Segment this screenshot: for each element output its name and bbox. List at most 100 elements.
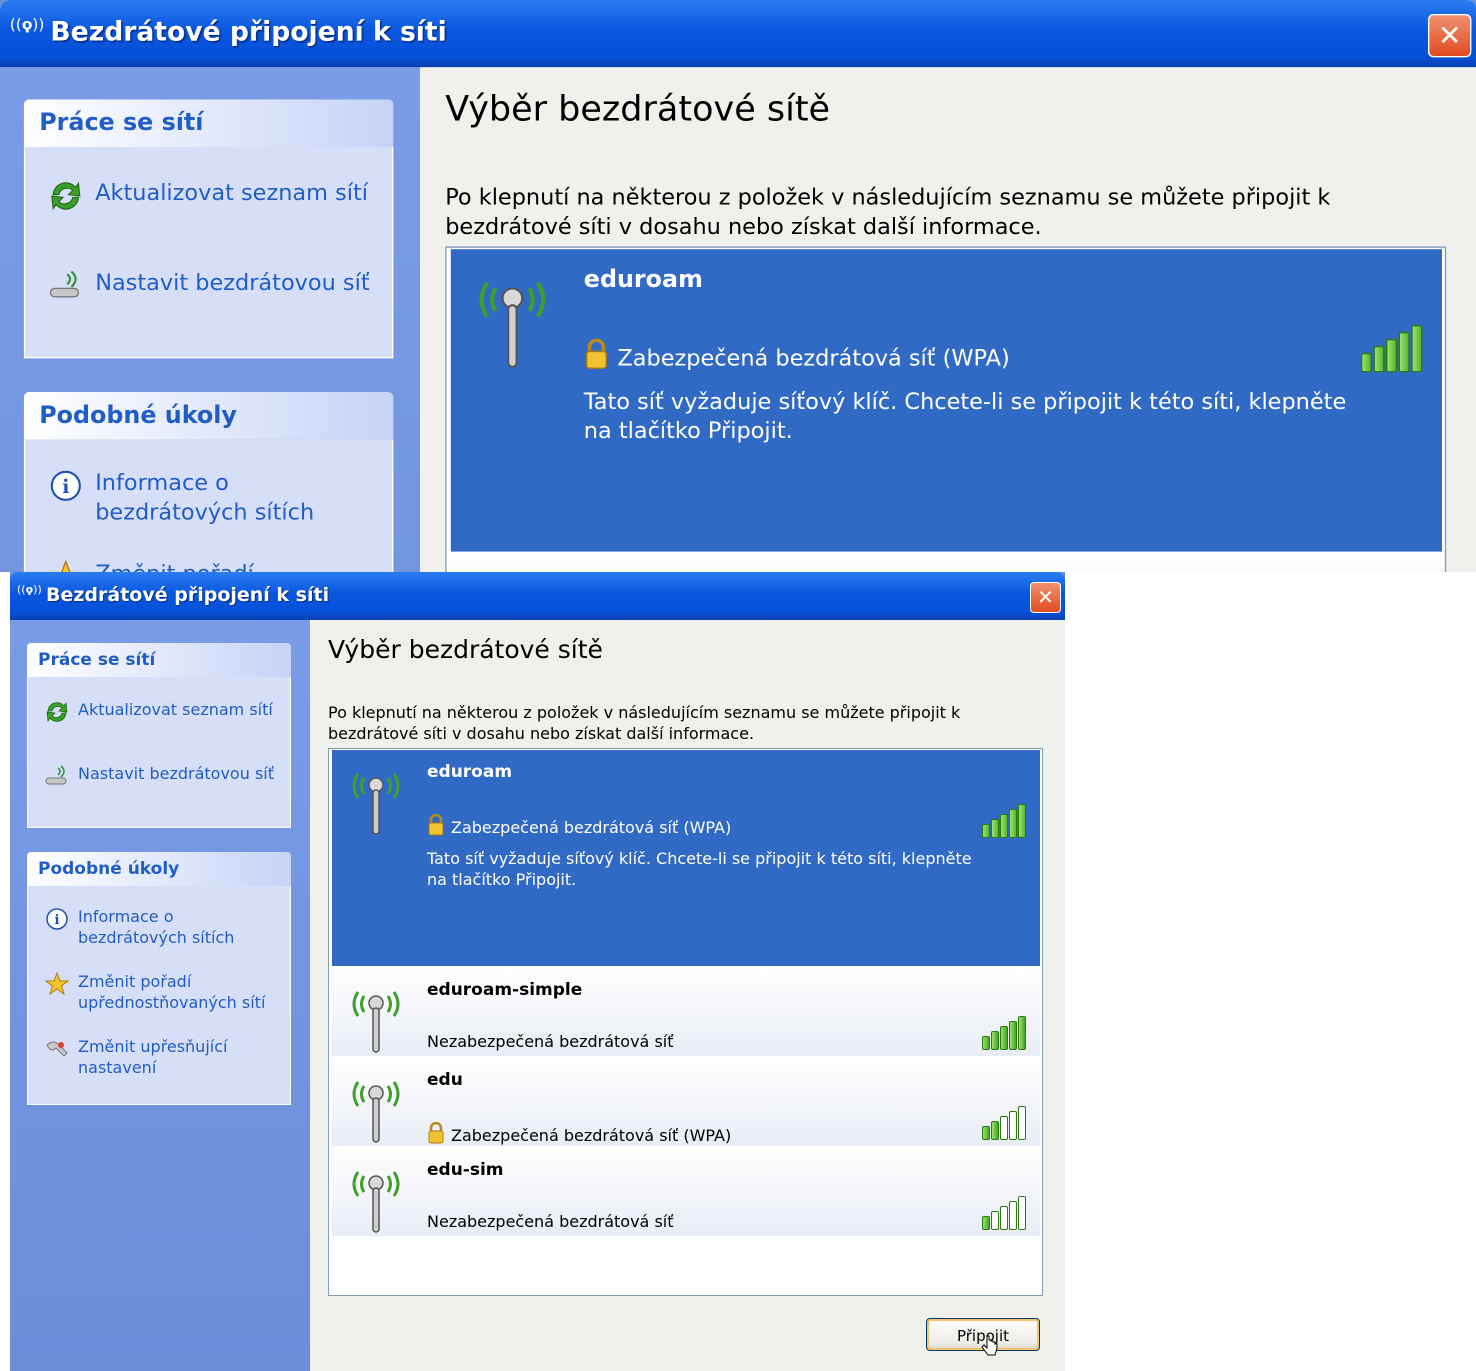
network-name: eduroam-simple: [427, 980, 583, 1000]
network-details: Tato síť vyžaduje síťový klíč. Chcete-li…: [427, 849, 972, 889]
advanced-settings-link[interactable]: Změnit upřesňující nastavení: [44, 1036, 238, 1078]
signal-bar: [1009, 1111, 1017, 1140]
network-item-eduroam[interactable]: eduroam Zabezpečená bezdrátová síť (WPA)…: [450, 249, 1442, 552]
wireless-icon: ((ϙ)): [9, 15, 45, 34]
task-label: Nastavit bezdrátovou síť: [78, 764, 274, 783]
task-label: Nastavit bezdrátovou síť: [95, 268, 370, 296]
network-item-edu[interactable]: edu Zabezpečená bezdrátová síť (WPA): [332, 1058, 1040, 1146]
network-item-eduroam-simple[interactable]: eduroam-simple Nezabezpečená bezdrátová …: [450, 554, 1442, 572]
settings-icon: [44, 1036, 70, 1062]
svg-text:i: i: [55, 913, 60, 928]
network-name: eduroam: [427, 762, 513, 782]
zoomed-window-crop: ((ϙ)) Bezdrátové připojení k síti ✕ Prác…: [0, 0, 1476, 572]
task-label: Aktualizovat seznam sítí: [95, 179, 368, 206]
signal-bar: [1018, 1016, 1026, 1050]
sidebar: Práce se sítí Aktualizovat seznam sítí N…: [10, 620, 310, 1371]
title-bar[interactable]: ((ϙ)) Bezdrátové připojení k síti ✕: [10, 572, 1065, 620]
network-security: Zabezpečená bezdrátová síť (WPA): [427, 1121, 731, 1148]
signal-bar: [1360, 352, 1372, 373]
signal-bar: [1009, 1021, 1017, 1050]
related-tasks-header[interactable]: Podobné úkoly: [23, 392, 394, 440]
signal-bar: [982, 1036, 990, 1050]
setup-wireless-network-link[interactable]: Nastavit bezdrátovou síť: [44, 763, 274, 789]
lock-icon: [584, 338, 609, 375]
wireless-setup-icon: [44, 763, 70, 789]
wireless-antenna-icon: [344, 1070, 408, 1146]
signal-strength-icon: [982, 804, 1030, 838]
wireless-antenna-icon: [344, 1160, 408, 1236]
close-button[interactable]: ✕: [1030, 582, 1061, 613]
network-tasks-panel: Práce se sítí Aktualizovat seznam sítí N…: [27, 643, 291, 828]
page-description: Po klepnutí na některou z položek v násl…: [328, 703, 961, 743]
change-preferred-order-link[interactable]: Změnit pořadí upřednostňovaných sítí: [48, 559, 362, 572]
signal-strength-icon: [982, 1106, 1030, 1140]
network-tasks-header[interactable]: Práce se sítí: [27, 643, 291, 677]
network-security: Zabezpečená bezdrátová síť (WPA): [427, 813, 731, 840]
page-title: Výběr bezdrátové sítě: [328, 635, 603, 664]
window-title: Bezdrátové připojení k síti: [50, 16, 447, 48]
signal-strength-icon: [982, 1196, 1030, 1230]
refresh-icon: [44, 699, 70, 725]
network-item-eduroam[interactable]: eduroam Zabezpečená bezdrátová síť (WPA)…: [332, 750, 1040, 966]
refresh-icon: [48, 178, 84, 214]
wireless-info-link[interactable]: i Informace o bezdrátových sítích: [48, 468, 320, 527]
network-list[interactable]: eduroam Zabezpečená bezdrátová síť (WPA)…: [328, 748, 1043, 1296]
signal-bar: [1018, 1106, 1026, 1140]
network-list[interactable]: eduroam Zabezpečená bezdrátová síť (WPA)…: [445, 246, 1447, 572]
svg-text:i: i: [62, 477, 69, 498]
signal-bar: [1018, 804, 1026, 838]
info-icon: i: [48, 468, 84, 504]
network-name: eduroam: [583, 266, 703, 294]
network-tasks-header[interactable]: Práce se sítí: [23, 99, 394, 147]
signal-bar: [991, 819, 999, 838]
related-tasks-header[interactable]: Podobné úkoly: [27, 852, 291, 886]
signal-bar: [982, 1126, 990, 1140]
signal-bar: [1000, 814, 1008, 838]
signal-bar: [991, 1121, 999, 1140]
signal-strength-icon: [1360, 324, 1428, 373]
signal-bar: [1000, 1026, 1008, 1050]
change-preferred-order-link[interactable]: Změnit pořadí upřednostňovaných sítí: [44, 971, 268, 1013]
network-name: edu: [427, 1070, 463, 1090]
signal-bar: [1009, 1201, 1017, 1230]
zoomed-view: ((ϙ)) Bezdrátové připojení k síti ✕ Prác…: [0, 0, 1476, 572]
wireless-antenna-icon: [344, 762, 408, 838]
wireless-setup-icon: [48, 267, 84, 303]
signal-bar: [1000, 1206, 1008, 1230]
lock-icon: [427, 1121, 445, 1148]
signal-bar: [1373, 345, 1385, 373]
signal-bar: [1000, 1116, 1008, 1140]
network-name: edu-sim: [427, 1160, 504, 1180]
refresh-network-list-link[interactable]: Aktualizovat seznam sítí: [44, 699, 273, 725]
info-icon: i: [44, 906, 70, 932]
task-label: Změnit upřesňující nastavení: [78, 1037, 228, 1077]
wireless-info-link[interactable]: i Informace o bezdrátových sítích: [44, 906, 238, 948]
signal-bar: [1009, 809, 1017, 838]
network-item-edu-sim[interactable]: edu-sim Nezabezpečená bezdrátová síť: [332, 1148, 1040, 1236]
title-bar[interactable]: ((ϙ)) Bezdrátové připojení k síti ✕: [0, 0, 1476, 68]
page-title: Výběr bezdrátové sítě: [445, 88, 831, 129]
network-details: Tato síť vyžaduje síťový klíč. Chcete-li…: [583, 387, 1347, 444]
signal-bar: [1411, 324, 1423, 373]
related-tasks-panel: Podobné úkoly i Informace o bezdrátových…: [27, 852, 291, 1105]
mouse-cursor-icon: [980, 1334, 1000, 1360]
refresh-network-list-link[interactable]: Aktualizovat seznam sítí: [48, 178, 368, 214]
signal-bar: [1398, 331, 1410, 373]
window-title: Bezdrátové připojení k síti: [46, 584, 330, 606]
network-item-eduroam-simple[interactable]: eduroam-simple Nezabezpečená bezdrátová …: [332, 968, 1040, 1056]
network-security: Nezabezpečená bezdrátová síť: [427, 1212, 674, 1231]
wireless-window: ((ϙ)) Bezdrátové připojení k síti ✕ Prác…: [10, 572, 1065, 1371]
sidebar: Práce se sítí Aktualizovat seznam sítí N…: [0, 67, 420, 572]
setup-wireless-network-link[interactable]: Nastavit bezdrátovou síť: [48, 267, 370, 303]
lock-icon: [427, 813, 445, 840]
task-label: Změnit pořadí upřednostňovaných sítí: [78, 972, 266, 1012]
network-security: Nezabezpečená bezdrátová síť: [427, 1032, 674, 1051]
task-label: Aktualizovat seznam sítí: [78, 700, 273, 719]
star-icon: [44, 971, 70, 997]
star-icon: [48, 559, 84, 572]
signal-bar: [1018, 1196, 1026, 1230]
wireless-icon: ((ϙ)): [17, 583, 42, 596]
page-description: Po klepnutí na některou z položek v násl…: [445, 183, 1331, 240]
network-tasks-panel: Práce se sítí Aktualizovat seznam sítí N…: [23, 99, 394, 359]
close-button[interactable]: ✕: [1428, 14, 1472, 58]
